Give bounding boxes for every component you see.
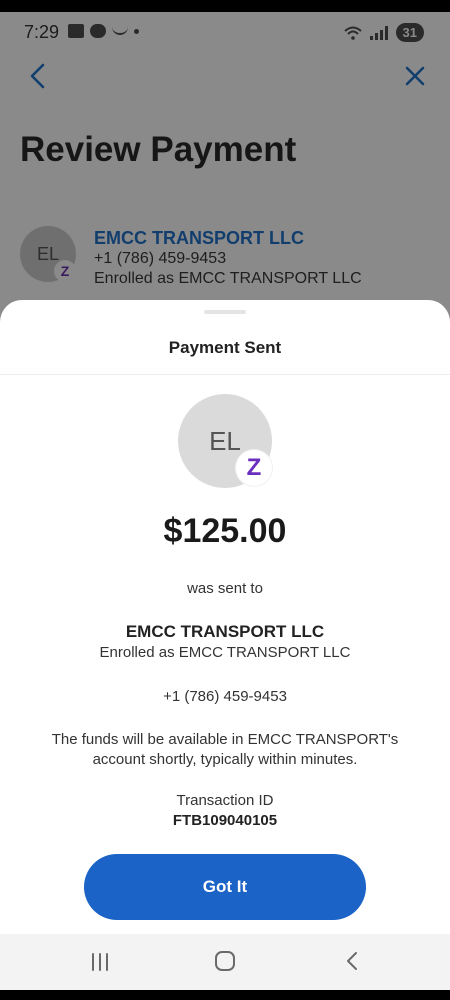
- funds-availability-note: The funds will be available in EMCC TRAN…: [51, 731, 399, 768]
- voicemail-icon: [112, 27, 128, 35]
- phone-screen: 7:29 31 Review Payment EL Z EMCC TRANSPO…: [0, 12, 450, 990]
- sent-to-label: was sent to: [187, 580, 263, 597]
- recipient-phone: +1 (786) 459-9453: [163, 688, 287, 705]
- divider: [0, 374, 450, 375]
- top-nav: [0, 57, 450, 97]
- recipient-enrolled: Enrolled as EMCC TRANSPORT LLC: [99, 644, 351, 661]
- payee-phone: +1 (786) 459-9453: [94, 250, 227, 267]
- payee-enrolled: Enrolled as EMCC TRANSPORT LLC: [94, 270, 362, 287]
- payee-name: EMCC TRANSPORT LLC: [94, 228, 304, 248]
- message-icon: [90, 24, 106, 38]
- payment-amount: $125.00: [163, 512, 287, 550]
- back-icon[interactable]: [342, 950, 362, 972]
- signal-icon: [369, 25, 388, 40]
- more-notifications-icon: [134, 28, 139, 34]
- zelle-icon: Z: [54, 260, 76, 282]
- system-nav-bar: [0, 934, 450, 990]
- transaction-id-value: FTB109040105: [172, 812, 278, 829]
- payee-summary: EL Z EMCC TRANSPORT LLC +1 (786) 459-945…: [20, 224, 440, 304]
- system-status-icons: 31: [343, 23, 424, 42]
- status-time: 7:29: [24, 22, 60, 42]
- drag-handle[interactable]: [204, 310, 246, 314]
- recipient-name: EMCC TRANSPORT LLC: [125, 622, 325, 641]
- status-bar: 7:29 31: [0, 12, 450, 52]
- app-notification-icon: [68, 24, 84, 38]
- got-it-button[interactable]: Got It: [84, 854, 366, 920]
- notification-icons: [68, 24, 139, 38]
- payment-sent-sheet: Payment Sent EL Z $125.00 was sent to EM…: [0, 300, 450, 934]
- transaction-id-label: Transaction ID: [176, 792, 274, 809]
- zelle-icon: Z: [236, 450, 272, 486]
- wifi-icon: [343, 26, 362, 40]
- home-icon[interactable]: [214, 950, 236, 972]
- close-icon[interactable]: [398, 59, 432, 93]
- sheet-title: Payment Sent: [168, 338, 282, 357]
- battery-indicator: 31: [395, 23, 424, 42]
- recents-icon[interactable]: [88, 952, 112, 972]
- back-chevron-icon[interactable]: [22, 59, 56, 93]
- page-title: Review Payment: [20, 130, 297, 169]
